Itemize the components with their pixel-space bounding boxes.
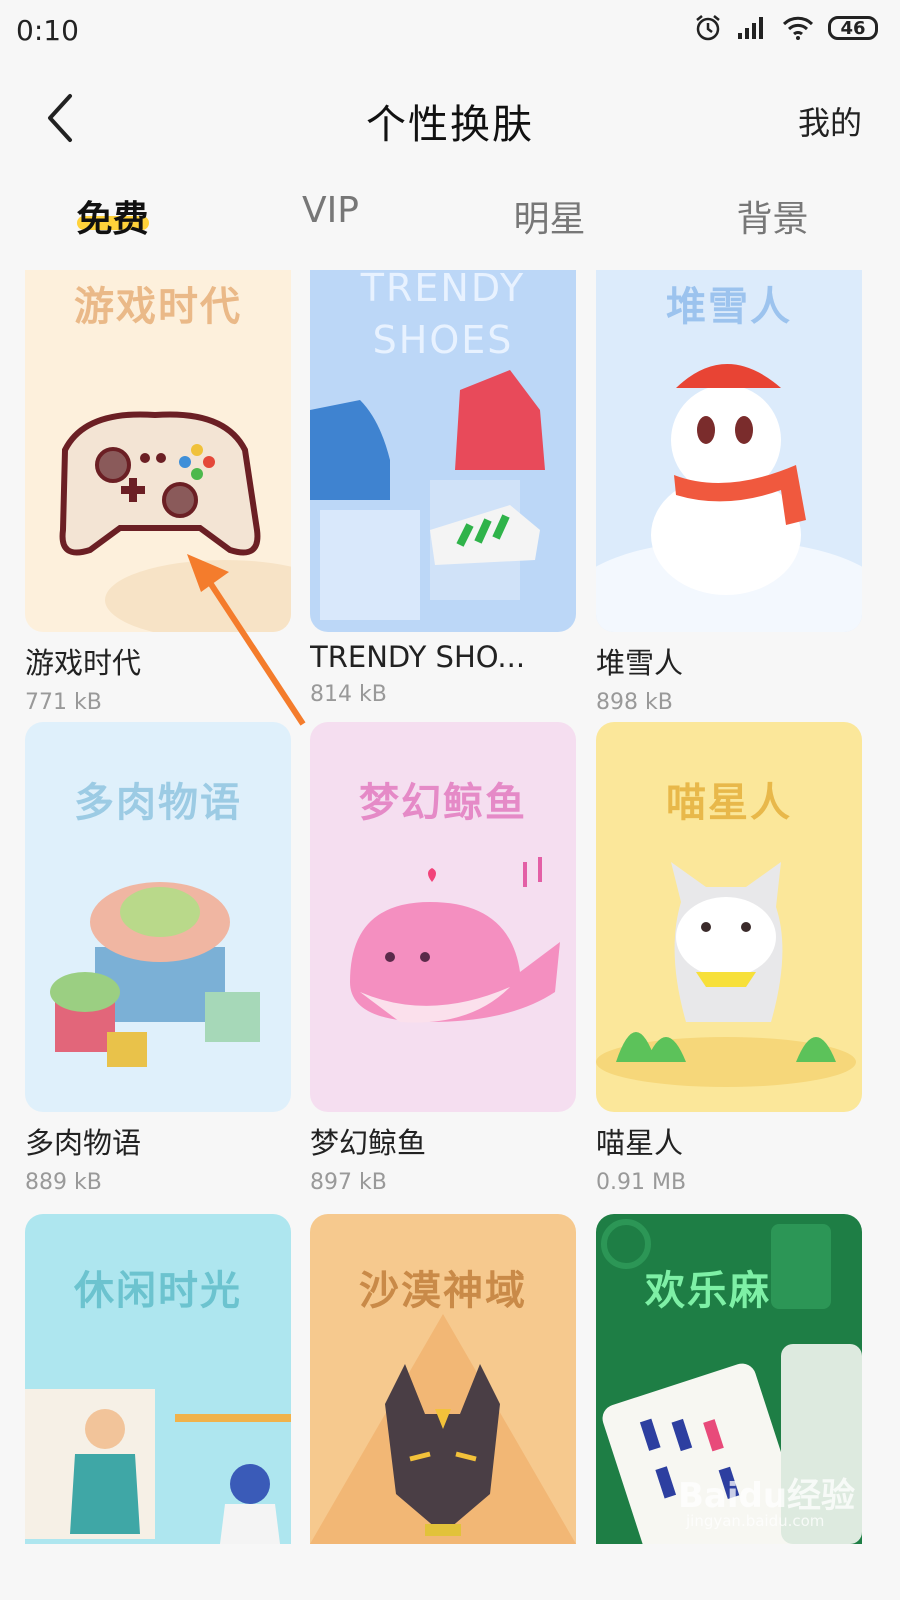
- tab-label: 明星: [513, 199, 586, 240]
- theme-name: 喵星人: [596, 1126, 684, 1160]
- battery-indicator: 46: [828, 16, 878, 40]
- theme-thumbnail[interactable]: TRENDY SHOES: [310, 270, 576, 632]
- watermark: Baidu经验: [678, 1476, 856, 1516]
- tab-free[interactable]: 免费: [0, 190, 225, 242]
- theme-card[interactable]: TRENDY SHOES TRENDY SHO... 814 kB: [310, 270, 576, 707]
- theme-size: 897 kB: [310, 1170, 387, 1195]
- tab-label: 免费: [76, 199, 149, 240]
- theme-size: 0.91 MB: [596, 1170, 687, 1195]
- status-time: 0:10: [16, 14, 79, 47]
- anubis-illustration: [310, 1314, 576, 1544]
- my-themes-link[interactable]: 我的: [798, 98, 862, 144]
- cat-illustration: [596, 862, 856, 1087]
- watermark-url: jingyan.baidu.com: [686, 1512, 825, 1530]
- theme-card[interactable]: 沙漠神域: [310, 1214, 576, 1544]
- theme-size: 898 kB: [596, 690, 673, 715]
- theme-thumbnail[interactable]: 沙漠神域: [310, 1214, 576, 1544]
- theme-thumbnail[interactable]: 休闲时光: [25, 1214, 291, 1544]
- whale-illustration: [350, 857, 560, 1023]
- status-bar: 0:10 46: [0, 0, 900, 62]
- theme-thumbnail[interactable]: 梦幻鲸鱼: [310, 722, 576, 1112]
- theme-name: 多肉物语: [25, 1126, 142, 1160]
- pointer-arrow-icon: [187, 554, 306, 726]
- theme-name: 梦幻鲸鱼: [310, 1126, 427, 1160]
- page-title: 个性换肤: [366, 102, 534, 148]
- theme-card[interactable]: 休闲时光: [25, 1214, 291, 1544]
- category-tabs: 免费 VIP 明星 背景: [0, 190, 900, 260]
- theme-size: 889 kB: [25, 1170, 102, 1195]
- theme-size: 814 kB: [310, 682, 387, 707]
- tab-vip[interactable]: VIP: [218, 190, 443, 231]
- snowman-illustration: [596, 364, 862, 632]
- tab-label: VIP: [302, 190, 359, 231]
- shoes-illustration: [310, 370, 545, 620]
- theme-card[interactable]: 多肉物语 多肉物语 889 kB: [25, 722, 291, 1195]
- signal-icon: [738, 17, 763, 39]
- theme-thumbnail[interactable]: 喵星人: [596, 722, 862, 1112]
- alarm-icon: [696, 15, 720, 41]
- succulent-illustration: [50, 882, 260, 1067]
- tab-stars[interactable]: 明星: [437, 190, 662, 242]
- theme-card[interactable]: 堆雪人 堆雪人 898 kB: [596, 270, 862, 715]
- battery-level: 46: [840, 17, 866, 39]
- header: 个性换肤 我的: [0, 70, 900, 170]
- theme-card[interactable]: 梦幻鲸鱼 梦幻鲸鱼 897 kB: [310, 722, 576, 1195]
- wifi-icon: [782, 16, 814, 40]
- theme-name: TRENDY SHO...: [310, 640, 526, 674]
- tab-label: 背景: [736, 199, 809, 240]
- theme-card[interactable]: 喵星人 喵星人 0.91 MB: [596, 722, 862, 1195]
- theme-name: 堆雪人: [596, 646, 684, 680]
- theme-thumbnail[interactable]: 堆雪人: [596, 270, 862, 632]
- tab-background[interactable]: 背景: [660, 190, 885, 242]
- leisure-illustration: [25, 1389, 291, 1544]
- theme-thumbnail[interactable]: 多肉物语: [25, 722, 291, 1112]
- status-icons: 46: [694, 14, 878, 42]
